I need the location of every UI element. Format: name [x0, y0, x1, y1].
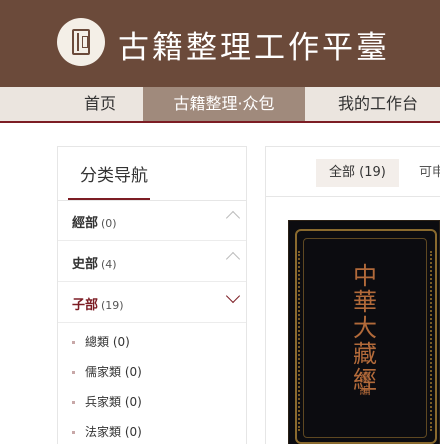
bullet-icon	[72, 401, 75, 404]
tab-available[interactable]: 可申	[419, 159, 440, 187]
category-count: (0)	[101, 217, 117, 230]
sidebar-title: 分类导航	[80, 166, 148, 186]
book-icon[interactable]	[57, 18, 105, 66]
category-zi[interactable]: 子部 (19)	[58, 283, 246, 323]
bullet-icon	[72, 341, 75, 344]
filter-tabs: 全部 (19) 可申	[266, 147, 440, 197]
book-list-panel: 全部 (19) 可申 中華大藏經 續編	[265, 146, 440, 444]
category-count: (4)	[101, 258, 117, 271]
category-sidebar: 分类导航 經部 (0) 史部 (4) 子部 (19) 總類 (0) 儒家類 (0) 兵…	[57, 146, 247, 444]
tab-all[interactable]: 全部 (19)	[316, 159, 399, 187]
bullet-icon	[72, 371, 75, 374]
chevron-up-icon[interactable]	[225, 251, 241, 267]
book-subtitle: 續編	[359, 371, 371, 397]
subcategory-item[interactable]: 儒家類 (0)	[72, 363, 142, 380]
site-title: 古籍整理工作平臺	[118, 30, 390, 66]
main-nav: 首页 古籍整理·众包 我的工作台	[0, 87, 440, 123]
category-label: 經部	[72, 216, 99, 231]
cover-ornament	[422, 251, 432, 431]
category-label: 子部	[72, 298, 99, 313]
category-label: 史部	[72, 257, 99, 272]
bullet-icon	[72, 431, 75, 434]
subcategory-item[interactable]: 總類 (0)	[72, 333, 130, 350]
site-header: 古籍整理工作平臺	[0, 0, 440, 87]
cover-ornament	[298, 251, 308, 431]
category-jing[interactable]: 經部 (0)	[58, 201, 246, 241]
nav-home[interactable]: 首页	[62, 87, 138, 121]
chevron-up-icon[interactable]	[225, 210, 241, 226]
nav-crowdsourcing[interactable]: 古籍整理·众包	[143, 87, 305, 121]
chevron-down-icon[interactable]	[225, 288, 241, 304]
book-cover[interactable]: 中華大藏經 續編	[288, 220, 440, 444]
subcategory-item[interactable]: 法家類 (0)	[72, 423, 142, 440]
nav-my-workbench[interactable]: 我的工作台	[316, 87, 440, 121]
subcategory-item[interactable]: 兵家類 (0)	[72, 393, 142, 410]
category-shi[interactable]: 史部 (4)	[58, 242, 246, 282]
category-count: (19)	[101, 299, 124, 312]
